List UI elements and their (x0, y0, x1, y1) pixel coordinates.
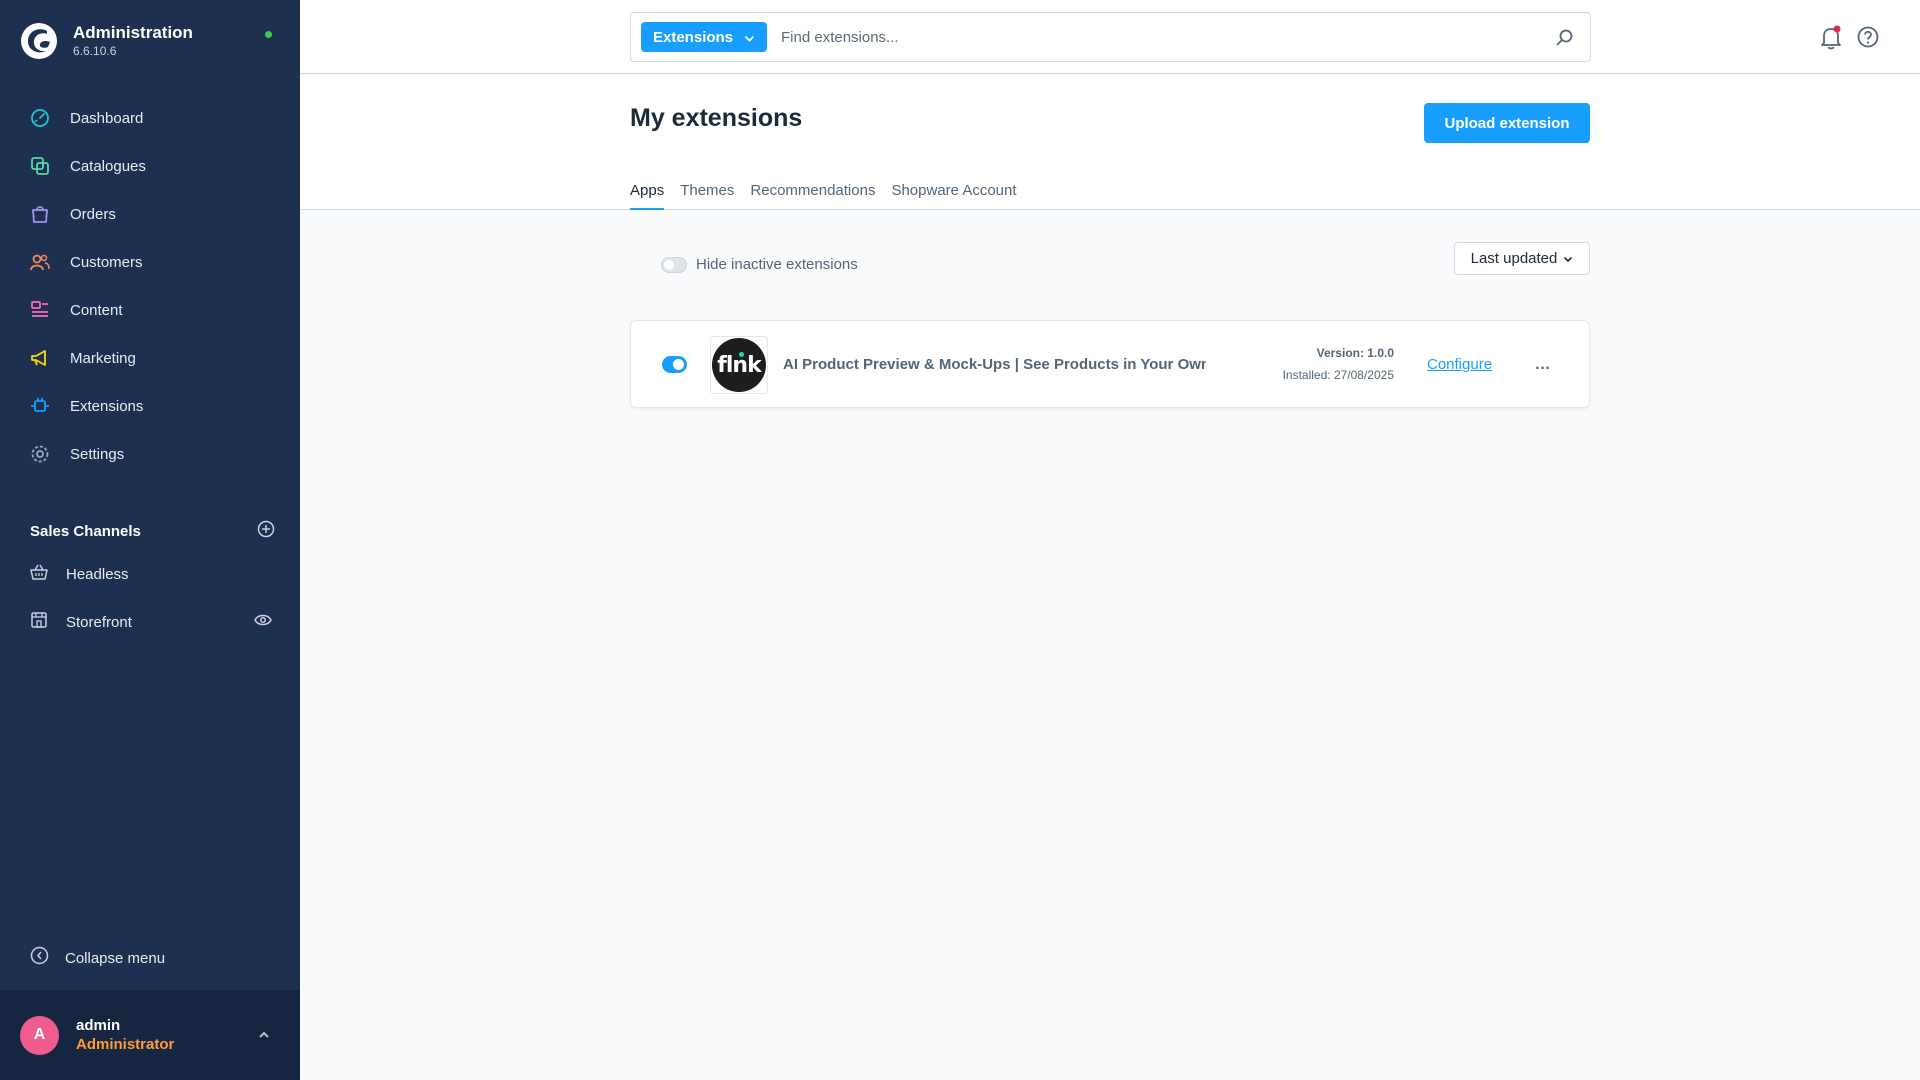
extension-logo: flnk (710, 336, 768, 394)
sales-channel-storefront[interactable]: Storefront (0, 598, 300, 646)
extension-version: Version: 1.0.0 (1316, 346, 1394, 360)
sales-channels-list: Headless Storefront (0, 550, 300, 646)
sidebar-item-label: Dashboard (70, 109, 144, 127)
main-nav: Dashboard Catalogues Orders Customers Co… (0, 94, 300, 478)
sidebar-item-label: Customers (70, 253, 143, 271)
app-version: 6.6.10.6 (73, 44, 117, 58)
tabs: Apps Themes Recommendations Shopware Acc… (630, 182, 1033, 210)
sidebar-item-orders[interactable]: Orders (0, 190, 300, 238)
search-type-dropdown[interactable]: Extensions (641, 22, 767, 52)
sidebar: Administration 6.6.10.6 Dashboard Catalo… (0, 0, 300, 1080)
extension-card: flnk AI Product Preview & Mock-Ups | See… (630, 320, 1590, 408)
tab-recommendations[interactable]: Recommendations (750, 182, 875, 210)
collapse-menu-label: Collapse menu (65, 949, 166, 967)
avatar: A (20, 1015, 59, 1055)
upload-extension-button[interactable]: Upload extension (1424, 103, 1590, 143)
catalogues-icon (28, 154, 52, 178)
storefront-icon (30, 611, 48, 634)
notification-bell-icon[interactable] (1819, 25, 1843, 51)
brand: Administration 6.6.10.6 (20, 22, 193, 60)
extension-active-toggle[interactable] (662, 356, 687, 373)
sales-channel-label: Storefront (66, 613, 132, 631)
extension-name: AI Product Preview & Mock-Ups | See Prod… (783, 356, 1206, 373)
chevron-left-circle-icon (30, 946, 49, 970)
status-indicator (265, 31, 272, 38)
configure-link[interactable]: Configure (1427, 356, 1492, 373)
user-role: Administrator (76, 1036, 175, 1053)
tab-themes[interactable]: Themes (680, 182, 734, 210)
more-options-icon[interactable]: … (1528, 355, 1558, 375)
tab-apps[interactable]: Apps (630, 182, 665, 210)
shopware-logo-icon (21, 23, 57, 59)
help-icon[interactable] (1856, 25, 1880, 51)
marketing-icon (28, 346, 52, 370)
sidebar-item-label: Settings (70, 445, 125, 463)
basket-icon (30, 563, 48, 586)
search-type-label: Extensions (653, 28, 734, 46)
tab-shopware-account[interactable]: Shopware Account (891, 182, 1016, 210)
content-icon (28, 298, 52, 322)
sort-label: Last updated (1470, 250, 1558, 267)
chevron-down-icon (744, 29, 755, 46)
sidebar-item-content[interactable]: Content (0, 286, 300, 334)
chevron-up-icon[interactable] (258, 1026, 270, 1044)
extensions-icon (28, 394, 52, 418)
add-sales-channel-icon[interactable] (257, 520, 275, 543)
sidebar-item-marketing[interactable]: Marketing (0, 334, 300, 382)
collapse-menu-button[interactable]: Collapse menu (30, 946, 165, 970)
sidebar-item-customers[interactable]: Customers (0, 238, 300, 286)
customers-icon (28, 250, 52, 274)
sidebar-item-dashboard[interactable]: Dashboard (0, 94, 300, 142)
sidebar-item-catalogues[interactable]: Catalogues (0, 142, 300, 190)
sidebar-item-label: Extensions (70, 397, 144, 415)
sidebar-item-extensions[interactable]: Extensions (0, 382, 300, 430)
hide-inactive-toggle[interactable] (661, 257, 687, 273)
search-icon[interactable] (1554, 27, 1574, 47)
page-header: My extensions Upload extension Apps Them… (300, 75, 1920, 210)
sales-channels-title: Sales Channels (30, 523, 141, 540)
chevron-down-icon (1563, 250, 1573, 267)
sales-channels-header: Sales Channels (30, 520, 275, 543)
sidebar-item-settings[interactable]: Settings (0, 430, 300, 478)
topbar: Extensions (300, 0, 1920, 74)
sidebar-item-label: Catalogues (70, 157, 146, 175)
extension-installed-date: Installed: 27/08/2025 (1282, 368, 1394, 382)
sales-channel-label: Headless (66, 565, 129, 583)
sidebar-item-label: Content (70, 301, 123, 319)
user-name: admin (76, 1017, 121, 1034)
sales-channel-headless[interactable]: Headless (0, 550, 300, 598)
sort-select[interactable]: Last updated (1454, 242, 1590, 275)
settings-icon (28, 442, 52, 466)
user-menu[interactable]: A admin Administrator (0, 990, 300, 1080)
sidebar-item-label: Orders (70, 205, 116, 223)
search-input[interactable] (781, 28, 1554, 46)
orders-icon (28, 202, 52, 226)
dashboard-icon (28, 106, 52, 130)
page-title: My extensions (630, 104, 803, 132)
eye-icon[interactable] (254, 613, 272, 632)
search-bar: Extensions (630, 12, 1591, 62)
sidebar-item-label: Marketing (70, 349, 136, 367)
hide-inactive-label: Hide inactive extensions (696, 256, 858, 273)
app-title: Administration (73, 23, 193, 42)
